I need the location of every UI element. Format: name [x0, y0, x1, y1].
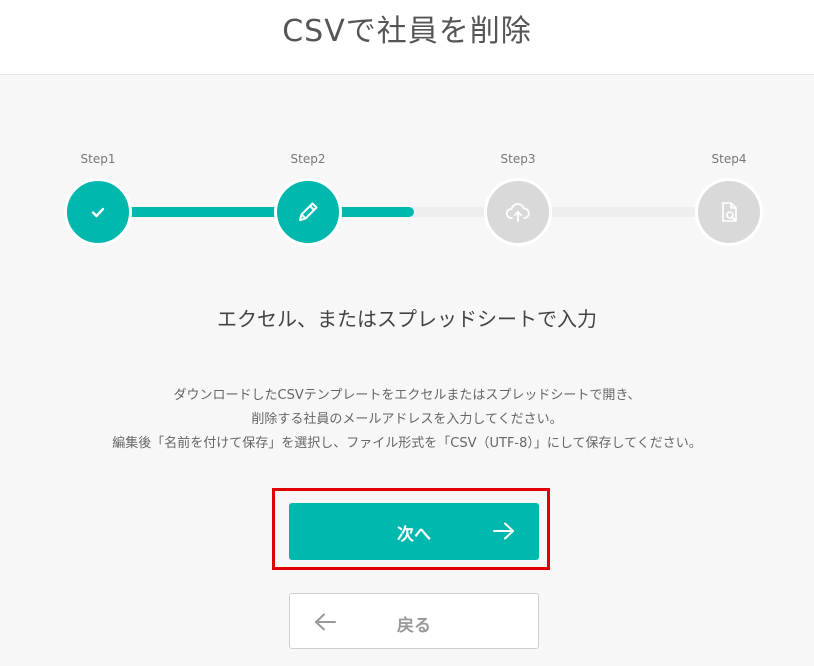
step-3-label: Step3: [500, 152, 536, 166]
check-icon: [91, 207, 105, 218]
next-button[interactable]: 次へ: [289, 503, 539, 560]
instruction-line-1: ダウンロードしたCSVテンプレートをエクセルまたはスプレッドシートで開き、: [173, 388, 641, 403]
step-2: Step2: [263, 140, 353, 260]
arrow-right-icon: [493, 522, 514, 540]
page-title: CSVで社員を削除: [282, 14, 532, 49]
back-button[interactable]: 戻る: [289, 593, 539, 649]
instruction-line-2: 削除する社員のメールアドレスを入力してください。: [251, 412, 563, 427]
step-3-circle: [484, 178, 552, 246]
pencil-icon: [299, 202, 318, 221]
step-4-circle: [695, 178, 763, 246]
instructions: ダウンロードしたCSVテンプレートをエクセルまたはスプレッドシートで開き、 削除…: [0, 384, 814, 456]
step-3: Step3: [473, 140, 563, 260]
progress-fill: [98, 207, 414, 217]
step-2-circle: [274, 178, 342, 246]
instruction-line-3: 編集後「名前を付けて保存」を選択し、ファイル形式を「CSV（UTF-8）」にして…: [112, 436, 702, 451]
step-1-circle: [64, 178, 132, 246]
page-header: CSVで社員を削除: [0, 0, 814, 75]
step-4: Step4: [684, 140, 774, 260]
file-search-icon: [722, 202, 737, 222]
back-button-label: 戻る: [397, 616, 431, 636]
step-subtitle: エクセル、またはスプレッドシートで入力: [217, 307, 597, 331]
step-indicator: Step1 Step2 Step3 Step4: [0, 140, 814, 260]
step-2-label: Step2: [290, 152, 326, 166]
step-4-label: Step4: [711, 152, 747, 166]
cloud-upload-icon: [505, 203, 530, 222]
step-1: Step1: [53, 140, 143, 260]
step-1-label: Step1: [80, 152, 116, 166]
